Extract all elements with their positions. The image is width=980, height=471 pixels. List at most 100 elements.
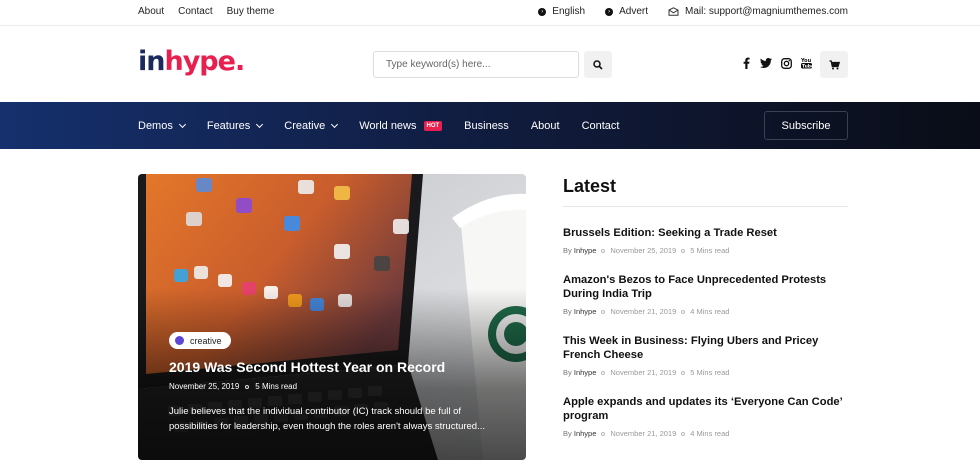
- meta-separator: [601, 370, 606, 375]
- search-button[interactable]: [584, 51, 612, 78]
- post-read-time: 4 Mins read: [690, 307, 730, 316]
- nav-item-about[interactable]: About: [531, 120, 560, 132]
- post-title[interactable]: Amazon's Bezos to Face Unprecedented Pro…: [563, 273, 853, 301]
- post-author: By Inhype: [563, 368, 596, 377]
- nav-item-label: World news: [359, 119, 417, 132]
- author-name[interactable]: Inhype: [574, 368, 597, 377]
- post-read-time: 5 Mins read: [255, 382, 298, 391]
- nav-item-creative[interactable]: Creative: [284, 119, 339, 132]
- list-item[interactable]: Apple expands and updates its ‘Everyone …: [563, 395, 853, 438]
- arrow-circle-icon: ›: [538, 7, 547, 16]
- post-title[interactable]: This Week in Business: Flying Ubers and …: [563, 334, 853, 362]
- post-meta: By Inhype November 21, 2019 4 Mins read: [563, 307, 853, 316]
- category-tag-label: creative: [190, 335, 222, 346]
- post-title[interactable]: Brussels Edition: Seeking a Trade Reset: [563, 226, 853, 240]
- post-meta: By Inhype November 21, 2019 4 Mins read: [563, 429, 853, 438]
- category-tag[interactable]: creative: [169, 332, 231, 349]
- nav-item-business[interactable]: Business: [464, 120, 509, 132]
- nav-items: Demos Features Creative World news HOT Bu…: [138, 102, 619, 149]
- arrow-circle-icon: ›: [605, 7, 614, 16]
- cart-icon: [829, 59, 840, 69]
- divider: [563, 206, 848, 207]
- nav-item-label: Contact: [581, 119, 620, 132]
- meta-separator: [245, 384, 250, 389]
- post-read-time: 5 Mins read: [690, 368, 730, 377]
- meta-separator: [601, 431, 606, 436]
- advert-label: Advert: [619, 6, 648, 17]
- nav-item-label: Business: [464, 119, 509, 132]
- nav-item-contact[interactable]: Contact: [582, 120, 620, 132]
- nav-item-label: Creative: [284, 119, 326, 132]
- latest-heading: Latest: [563, 176, 617, 196]
- featured-post-excerpt: Julie believes that the individual contr…: [169, 406, 486, 432]
- post-title[interactable]: Apple expands and updates its ‘Everyone …: [563, 395, 853, 423]
- top-link-contact[interactable]: Contact: [178, 6, 212, 17]
- meta-separator: [681, 370, 686, 375]
- nav-item-label: Demos: [138, 119, 173, 132]
- social-links: YouTube: [740, 56, 812, 70]
- post-read-time: 5 Mins read: [690, 246, 730, 255]
- subscribe-button[interactable]: Subscribe: [764, 111, 848, 140]
- nav-item-demos[interactable]: Demos: [138, 119, 186, 132]
- post-author: By Inhype: [563, 307, 596, 316]
- post-meta: By Inhype November 21, 2019 5 Mins read: [563, 368, 853, 377]
- list-item[interactable]: This Week in Business: Flying Ubers and …: [563, 334, 853, 377]
- top-link-about[interactable]: About: [138, 6, 164, 17]
- nav-item-world-news[interactable]: World news HOT: [359, 119, 443, 132]
- meta-separator: [601, 248, 606, 253]
- by-label: By: [563, 307, 572, 316]
- cart-button[interactable]: [820, 51, 848, 78]
- logo-text-in: in: [138, 46, 166, 77]
- mail-label: Mail: support@magniumthemes.com: [685, 6, 848, 17]
- meta-separator: [601, 309, 606, 314]
- chevron-down-icon: [256, 120, 264, 128]
- by-label: By: [563, 429, 572, 438]
- meta-separator: [681, 248, 686, 253]
- by-label: By: [563, 246, 572, 255]
- post-read-time: 4 Mins read: [690, 429, 730, 438]
- tag-dot: [175, 336, 184, 345]
- language-link[interactable]: › English: [538, 6, 585, 17]
- instagram-icon[interactable]: [780, 56, 792, 70]
- list-item[interactable]: Amazon's Bezos to Face Unprecedented Pro…: [563, 273, 853, 316]
- mail-link[interactable]: Mail: support@magniumthemes.com: [668, 6, 848, 17]
- language-label: English: [552, 6, 586, 17]
- nav-item-label: Features: [206, 119, 251, 132]
- featured-post-card[interactable]: creative 2019 Was Second Hottest Year on…: [138, 174, 526, 460]
- main-nav: Demos Features Creative World news HOT Bu…: [0, 102, 980, 149]
- facebook-icon[interactable]: [740, 56, 752, 70]
- chevron-down-icon: [178, 120, 186, 128]
- featured-post-title[interactable]: 2019 Was Second Hottest Year on Record: [169, 359, 445, 375]
- list-item[interactable]: Brussels Edition: Seeking a Trade Reset …: [563, 226, 853, 255]
- post-date: November 25, 2019: [169, 382, 240, 391]
- top-links: About Contact Buy theme: [138, 6, 274, 17]
- meta-separator: [681, 309, 686, 314]
- nav-item-label: About: [530, 119, 560, 132]
- meta-separator: [681, 431, 686, 436]
- search-input[interactable]: [373, 51, 579, 78]
- author-name[interactable]: Inhype: [574, 246, 597, 255]
- post-date: November 25, 2019: [610, 246, 677, 255]
- post-date: November 21, 2019: [610, 429, 677, 438]
- envelope-icon: [668, 7, 679, 16]
- featured-post-meta: November 25, 2019 5 Mins read: [169, 382, 297, 391]
- by-label: By: [563, 368, 572, 377]
- author-name[interactable]: Inhype: [574, 307, 597, 316]
- author-name[interactable]: Inhype: [574, 429, 597, 438]
- chevron-down-icon: [331, 120, 339, 128]
- top-link-buy-theme[interactable]: Buy theme: [227, 6, 275, 17]
- svg-text:Tube: Tube: [802, 64, 812, 70]
- post-date: November 21, 2019: [610, 307, 677, 316]
- nav-item-features[interactable]: Features: [206, 119, 264, 132]
- logo[interactable]: inhype.: [138, 46, 245, 77]
- top-bar: About Contact Buy theme › English › Adve…: [0, 0, 980, 26]
- twitter-icon[interactable]: [760, 56, 772, 70]
- youtube-icon[interactable]: YouTube: [800, 56, 812, 70]
- logo-text-hype: hype.: [164, 46, 245, 77]
- post-meta: By Inhype November 25, 2019 5 Mins read: [563, 246, 853, 255]
- hot-badge: HOT: [423, 120, 443, 131]
- post-author: By Inhype: [563, 429, 596, 438]
- post-author: By Inhype: [563, 246, 596, 255]
- advert-link[interactable]: › Advert: [605, 6, 648, 17]
- search-icon: [593, 59, 603, 70]
